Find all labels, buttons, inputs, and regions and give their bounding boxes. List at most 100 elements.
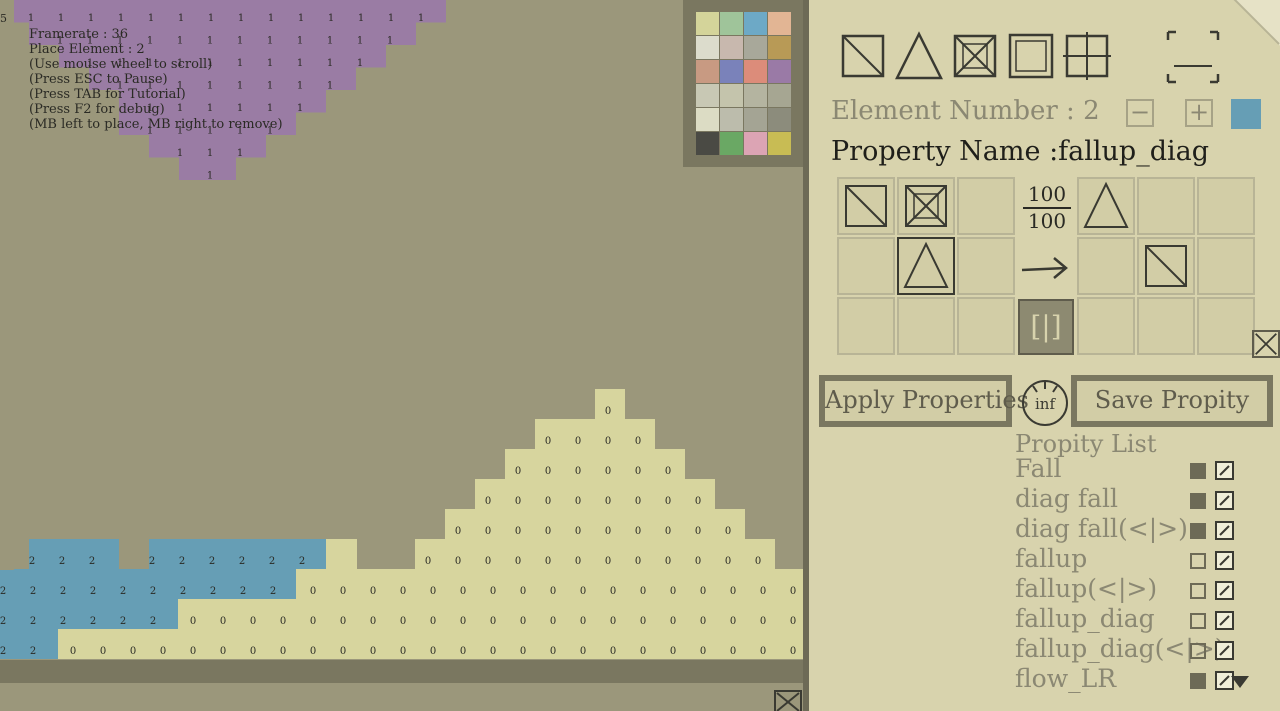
apply-properties-button[interactable]: Apply Properties — [819, 375, 1029, 427]
palette-swatch[interactable] — [696, 108, 719, 131]
crossed-cell-icon — [905, 185, 947, 227]
particle-label: 0 — [670, 616, 676, 627]
property-list-item[interactable]: fallup — [1015, 544, 1275, 576]
double-square-icon — [1008, 33, 1054, 79]
property-checkbox[interactable] — [1190, 583, 1206, 599]
palette-swatch[interactable] — [696, 84, 719, 107]
property-checkbox[interactable] — [1190, 493, 1206, 509]
palette-swatch[interactable] — [744, 36, 767, 59]
palette-swatch[interactable] — [720, 132, 743, 155]
edit-icon[interactable] — [1215, 521, 1234, 540]
property-list-item[interactable]: fallup_diag(<|>) — [1015, 634, 1275, 666]
property-checkbox[interactable] — [1190, 643, 1206, 659]
particle-label: 1 — [388, 13, 394, 24]
rule-before-cell[interactable] — [837, 177, 895, 235]
edit-icon[interactable] — [1215, 641, 1234, 660]
rule-after-cell[interactable] — [1197, 237, 1255, 295]
rule-after-center-cell[interactable] — [1137, 237, 1195, 295]
mirror-toggle-button[interactable]: [|] — [1018, 299, 1074, 355]
palette-swatch[interactable] — [720, 12, 743, 35]
rule-after-cell[interactable] — [1197, 177, 1255, 235]
palette-swatch[interactable] — [768, 12, 791, 35]
rule-after-cell[interactable] — [1077, 297, 1135, 355]
tool-select-area[interactable] — [1164, 28, 1222, 86]
element-decrement-button[interactable]: − — [1126, 99, 1154, 127]
particle-label: 2 — [89, 556, 95, 567]
element-increment-button[interactable]: + — [1185, 99, 1213, 127]
property-list-label: diag fall — [1015, 484, 1119, 513]
property-checkbox[interactable] — [1190, 553, 1206, 569]
palette-swatch[interactable] — [696, 12, 719, 35]
palette-swatch[interactable] — [720, 84, 743, 107]
rule-before-cell[interactable] — [837, 297, 895, 355]
element-color-chip[interactable] — [1231, 99, 1261, 129]
element-editor-panel: Element Number : 2 − + Property Name :fa… — [803, 0, 1280, 711]
rule-before-cell[interactable] — [897, 297, 955, 355]
particle-label: 0 — [430, 646, 436, 657]
property-list-label: fallup(<|>) — [1015, 574, 1158, 603]
property-checkbox[interactable] — [1190, 673, 1206, 689]
save-property-button[interactable]: Save Propity — [1071, 375, 1273, 427]
palette-swatch[interactable] — [744, 108, 767, 131]
tool-hash-grid[interactable] — [1063, 30, 1111, 82]
palette-swatch[interactable] — [720, 36, 743, 59]
rule-before-center-cell[interactable] — [897, 237, 955, 295]
palette-swatch[interactable] — [768, 84, 791, 107]
property-checkbox[interactable] — [1190, 463, 1206, 479]
rule-before-cell[interactable] — [837, 237, 895, 295]
palette-swatch[interactable] — [744, 60, 767, 83]
rule-before-cell[interactable] — [957, 177, 1015, 235]
tool-double-square[interactable] — [1007, 30, 1055, 82]
infinity-toggle-icon[interactable]: inf — [1019, 377, 1071, 429]
palette-swatch[interactable] — [744, 12, 767, 35]
property-checkbox[interactable] — [1190, 523, 1206, 539]
palette-swatch[interactable] — [720, 60, 743, 83]
tool-crossed-cell[interactable] — [951, 30, 999, 82]
edit-icon[interactable] — [1215, 461, 1234, 480]
palette-swatch[interactable] — [696, 60, 719, 83]
palette-swatch[interactable] — [744, 132, 767, 155]
property-list-item[interactable]: fallup(<|>) — [1015, 574, 1275, 606]
particle-label: 0 — [635, 526, 641, 537]
palette-swatch[interactable] — [768, 60, 791, 83]
palette-swatch[interactable] — [768, 108, 791, 131]
edit-icon[interactable] — [1215, 611, 1234, 630]
particle-label: 0 — [760, 616, 766, 627]
tool-triangle[interactable] — [894, 30, 944, 82]
rule-after-cell[interactable] — [1137, 297, 1195, 355]
edit-icon[interactable] — [1215, 551, 1234, 570]
rule-after-cell[interactable] — [1077, 237, 1135, 295]
edit-icon[interactable] — [1215, 491, 1234, 510]
palette-swatch[interactable] — [696, 132, 719, 155]
property-name-label: Property Name :fallup_diag — [831, 136, 1209, 167]
tool-empty-cell[interactable] — [839, 30, 887, 82]
particle-label: 0 — [700, 646, 706, 657]
scroll-down-icon[interactable] — [1231, 676, 1249, 688]
property-list-item[interactable]: Fall — [1015, 454, 1275, 486]
crossed-cell-icon — [953, 34, 997, 78]
particle-label: 0 — [605, 406, 611, 417]
rule-after-cell[interactable] — [1197, 297, 1255, 355]
clear-rule-icon[interactable] — [1252, 330, 1280, 358]
palette-swatch[interactable] — [768, 36, 791, 59]
sand-bump — [325, 539, 357, 569]
palette-swatch[interactable] — [720, 108, 743, 131]
rule-before-cell[interactable] — [957, 237, 1015, 295]
rule-before-cell[interactable] — [897, 177, 955, 235]
particle-label: 0 — [370, 586, 376, 597]
close-icon[interactable] — [774, 690, 802, 711]
edit-icon[interactable] — [1215, 581, 1234, 600]
particle-label: 0 — [130, 646, 136, 657]
rule-after-cell[interactable] — [1137, 177, 1195, 235]
palette-swatch[interactable] — [768, 132, 791, 155]
property-list-item[interactable]: fallup_diag — [1015, 604, 1275, 636]
palette-swatch[interactable] — [744, 84, 767, 107]
property-list-item[interactable]: diag fall(<|>) — [1015, 514, 1275, 546]
property-list-item[interactable]: diag fall — [1015, 484, 1275, 516]
rule-before-cell[interactable] — [957, 297, 1015, 355]
palette-swatch[interactable] — [696, 36, 719, 59]
probability-fraction[interactable]: 100 100 — [1019, 182, 1075, 234]
property-checkbox[interactable] — [1190, 613, 1206, 629]
particle-label: 0 — [490, 646, 496, 657]
rule-after-cell[interactable] — [1077, 177, 1135, 235]
